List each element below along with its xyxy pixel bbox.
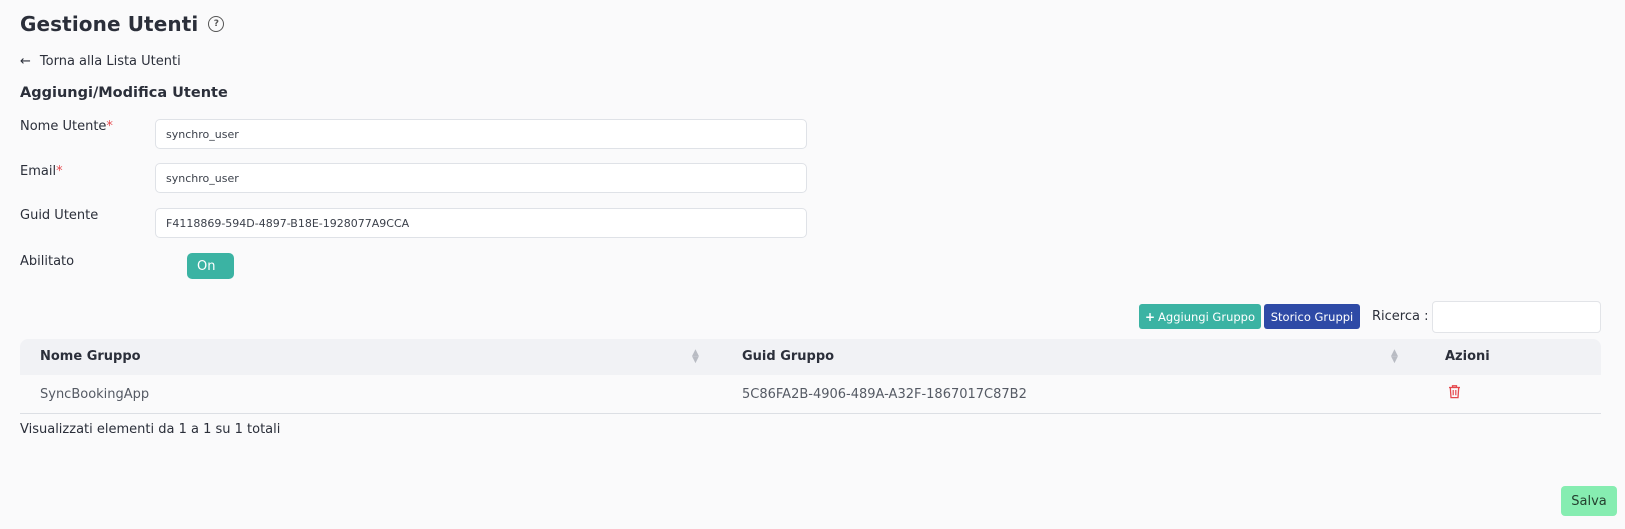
group-name-cell: SyncBookingApp — [40, 387, 150, 402]
guid-input[interactable] — [155, 208, 807, 238]
search-input[interactable] — [1432, 301, 1601, 333]
add-group-label: Aggiungi Gruppo — [1158, 309, 1255, 324]
plus-icon: + — [1144, 309, 1156, 324]
search-label: Ricerca : — [1372, 309, 1429, 324]
username-label: Nome Utente* — [20, 119, 113, 134]
guid-label: Guid Utente — [20, 208, 99, 223]
email-label: Email* — [20, 164, 63, 179]
sort-icon[interactable]: ▲ ▼ — [1391, 349, 1398, 365]
enabled-label: Abilitato — [20, 254, 75, 269]
group-guid-cell: 5C86FA2B-4906-489A-A32F-1867017C87B2 — [742, 387, 1027, 402]
add-group-button[interactable]: + Aggiungi Gruppo — [1139, 304, 1261, 329]
column-header-actions: Azioni — [1445, 349, 1490, 364]
group-history-button[interactable]: Storico Gruppi — [1264, 304, 1360, 329]
back-link-label: Torna alla Lista Utenti — [39, 54, 181, 69]
trash-icon[interactable] — [1448, 384, 1461, 403]
column-header-group-name[interactable]: Nome Gruppo — [40, 349, 141, 364]
email-input[interactable] — [155, 163, 807, 193]
table-header: Nome Gruppo ▲ ▼ Guid Gruppo ▲ ▼ Azioni — [20, 339, 1601, 375]
page-title: Gestione Utenti — [20, 12, 199, 36]
enabled-toggle[interactable]: On — [187, 253, 234, 279]
table-info: Visualizzati elementi da 1 a 1 su 1 tota… — [20, 422, 281, 437]
required-mark: * — [106, 119, 113, 134]
sort-icon[interactable]: ▲ ▼ — [692, 349, 699, 365]
arrow-left-icon: ← — [20, 54, 31, 69]
toggle-label: On — [197, 258, 216, 274]
email-label-text: Email — [20, 164, 57, 179]
username-input[interactable] — [155, 119, 807, 149]
page-header: Gestione Utenti ? — [20, 12, 225, 36]
save-button[interactable]: Salva — [1561, 486, 1617, 516]
column-header-group-guid[interactable]: Guid Gruppo — [742, 349, 834, 364]
section-title: Aggiungi/Modifica Utente — [20, 85, 228, 101]
back-to-user-list-link[interactable]: ← Torna alla Lista Utenti — [20, 54, 181, 69]
required-mark: * — [56, 164, 63, 179]
username-label-text: Nome Utente — [20, 119, 107, 134]
help-icon[interactable]: ? — [208, 16, 225, 32]
table-row: SyncBookingApp 5C86FA2B-4906-489A-A32F-1… — [20, 375, 1601, 414]
